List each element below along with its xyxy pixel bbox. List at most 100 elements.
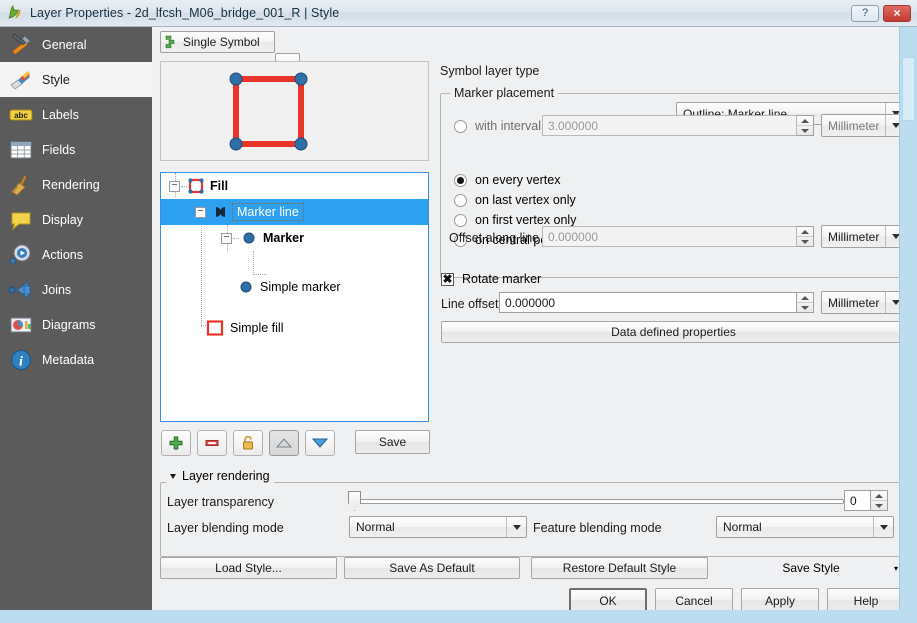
rotate-marker-option[interactable]: ✖ Rotate marker [441, 272, 541, 286]
line-offset-unit-combo[interactable]: Millimeter [821, 291, 906, 314]
remove-symbol-layer-button[interactable] [197, 430, 227, 456]
page-scrollbar-thumb[interactable] [902, 57, 915, 121]
collapse-arrow-icon [170, 474, 176, 479]
sidebar-item-fields[interactable]: Fields [0, 132, 152, 167]
interval-spinner[interactable] [797, 115, 814, 136]
data-defined-properties-label: Data defined properties [611, 325, 736, 339]
title-bar: Layer Properties - 2d_lfcsh_M06_bridge_0… [0, 0, 917, 27]
sidebar-item-display[interactable]: Display [0, 202, 152, 237]
window-bottom-edge [0, 610, 917, 623]
interval-spin-up[interactable] [797, 116, 813, 126]
renderer-type-label: Single Symbol [183, 35, 260, 49]
sidebar-item-metadata[interactable]: i Metadata [0, 342, 152, 377]
renderer-type-combo[interactable]: Single Symbol [160, 31, 275, 53]
placement-first-vertex-option[interactable]: on first vertex only [454, 213, 576, 227]
layer-blending-mode-value: Normal [356, 520, 395, 534]
lock-symbol-layer-button[interactable] [233, 430, 263, 456]
placement-last-vertex-option[interactable]: on last vertex only [454, 193, 576, 207]
sidebar-item-label: Joins [42, 283, 71, 297]
help-titlebar-button[interactable]: ? [851, 5, 879, 22]
close-icon[interactable]: × [883, 5, 911, 22]
symbol-layer-tree[interactable]: − Fill − [160, 172, 429, 422]
add-symbol-layer-button[interactable] [161, 430, 191, 456]
sidebar-item-label: Style [42, 73, 70, 87]
sidebar-item-labels[interactable]: abc Labels [0, 97, 152, 132]
layer-transparency-slider-track[interactable] [352, 499, 844, 504]
placement-every-vertex-option[interactable]: on every vertex [454, 173, 560, 187]
sidebar-item-rendering[interactable]: Rendering [0, 167, 152, 202]
sidebar-item-style[interactable]: Style [0, 62, 152, 97]
radio-on-first-vertex-only[interactable] [454, 214, 467, 227]
layer-transparency-input[interactable]: 0 [844, 490, 871, 511]
move-down-button[interactable] [305, 430, 335, 456]
line-offset-input[interactable]: 0.000000 [499, 292, 797, 313]
layer-transparency-spinner[interactable] [871, 490, 888, 511]
line-offset-spin-down[interactable] [797, 303, 813, 312]
gear-play-icon [8, 242, 34, 268]
layer-rendering-header[interactable]: Layer rendering [166, 469, 274, 483]
abc-icon: abc [8, 102, 34, 128]
interval-unit-combo[interactable]: Millimeter [821, 114, 906, 137]
tree-row[interactable]: − Marker [221, 225, 304, 251]
line-offset-spin-up[interactable] [797, 293, 813, 303]
save-symbol-button[interactable]: Save [355, 430, 430, 454]
layer-blending-mode-combo[interactable]: Normal [349, 516, 527, 538]
save-style-button-inner[interactable]: Save Style ▾ [716, 557, 906, 579]
load-style-label: Load Style... [215, 561, 282, 575]
tree-row[interactable]: − Fill [169, 173, 228, 199]
minus-icon [204, 435, 220, 451]
sidebar-item-joins[interactable]: Joins [0, 272, 152, 307]
tree-expander-toggle[interactable]: − [195, 207, 206, 218]
restore-default-style-button[interactable]: Restore Default Style [531, 557, 708, 579]
tree-row[interactable]: Simple fill [206, 315, 284, 341]
interval-unit-value: Millimeter [828, 119, 879, 133]
style-panel: Single Symbol [152, 27, 899, 610]
radio-with-interval[interactable] [454, 120, 467, 133]
tree-expander-toggle[interactable]: − [169, 181, 180, 192]
marker-placement-title: Marker placement [450, 86, 558, 100]
sidebar-item-actions[interactable]: Actions [0, 237, 152, 272]
offset-spin-down[interactable] [797, 237, 813, 246]
line-offset-spinner[interactable] [797, 292, 814, 313]
radio-on-every-vertex[interactable] [454, 174, 467, 187]
data-defined-properties-button[interactable]: Data defined properties [441, 321, 906, 343]
layer-properties-dialog: Layer Properties - 2d_lfcsh_M06_bridge_0… [0, 0, 917, 623]
placement-every-vertex-label: on every vertex [475, 173, 560, 187]
tree-row[interactable]: Simple marker [239, 274, 341, 300]
page-scrollbar[interactable] [899, 27, 917, 610]
rotate-marker-checkbox[interactable]: ✖ [441, 273, 454, 286]
tools-icon [8, 32, 34, 58]
tree-row-label: Marker line [232, 203, 304, 221]
layer-transparency-label: Layer transparency [167, 495, 274, 509]
lock-icon [240, 435, 256, 451]
interval-value-input[interactable]: 3.000000 [542, 115, 797, 136]
sidebar-item-label: Rendering [42, 178, 100, 192]
radio-on-last-vertex-only[interactable] [454, 194, 467, 207]
tree-expander-toggle[interactable]: − [221, 233, 232, 244]
tree-row-label: Fill [210, 179, 228, 193]
transparency-spin-down[interactable] [871, 501, 887, 510]
interval-spin-down[interactable] [797, 126, 813, 135]
sidebar-item-general[interactable]: General [0, 27, 152, 62]
offset-along-line-spinner[interactable] [797, 226, 814, 247]
sidebar-item-label: Labels [42, 108, 79, 122]
plus-icon [168, 435, 184, 451]
offset-along-line-input[interactable]: 0.000000 [542, 226, 797, 247]
transparency-spin-up[interactable] [871, 491, 887, 501]
offset-along-line-unit-combo[interactable]: Millimeter [821, 225, 906, 248]
chevron-down-icon [880, 525, 888, 530]
sidebar-item-diagrams[interactable]: Diagrams [0, 307, 152, 342]
tree-row[interactable]: − Marker line [161, 199, 428, 225]
table-icon [8, 137, 34, 163]
move-up-button[interactable] [269, 430, 299, 456]
settings-sidebar: General Style abc Labels [0, 27, 152, 610]
save-as-default-label: Save As Default [389, 561, 474, 575]
save-as-default-button[interactable]: Save As Default [344, 557, 520, 579]
feature-blending-mode-combo[interactable]: Normal [716, 516, 894, 538]
offset-spin-up[interactable] [797, 227, 813, 237]
placement-with-interval-option[interactable]: with interval [454, 119, 541, 133]
window-controls: ? × [851, 5, 917, 22]
svg-text:abc: abc [14, 111, 28, 120]
rotate-marker-label: Rotate marker [462, 272, 541, 286]
load-style-button[interactable]: Load Style... [160, 557, 337, 579]
